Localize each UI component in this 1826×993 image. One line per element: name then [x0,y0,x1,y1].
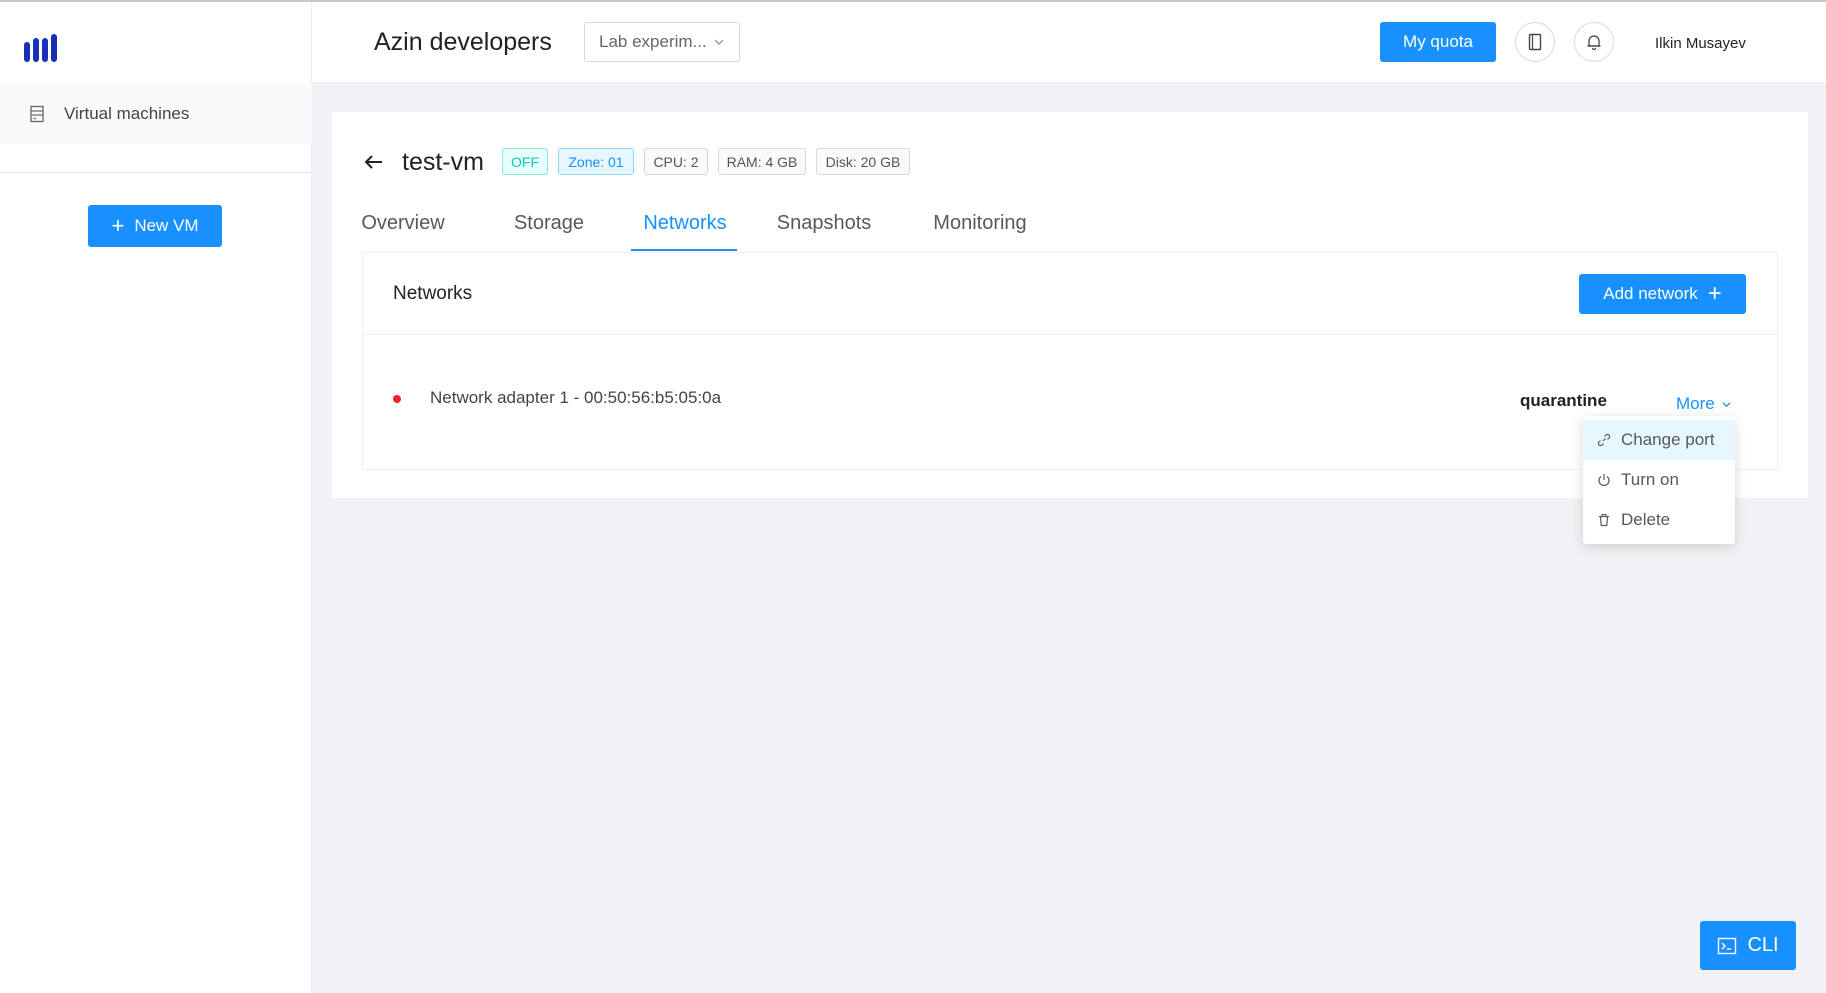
bell-icon [1587,35,1601,51]
server-icon [30,105,44,123]
my-quota-button[interactable]: My quota [1380,22,1496,62]
trash-icon [1599,513,1609,527]
project-select[interactable]: Lab experim... [584,22,740,62]
sidebar-item-label: Virtual machines [64,104,190,123]
cpu-tag: CPU: 2 [644,148,708,175]
network-status: quarantine [1520,391,1607,410]
sidebar-item-virtual-machines[interactable]: Virtual machines [0,84,312,144]
plus-icon: + [111,213,125,238]
brand-bars-icon[interactable] [24,32,60,62]
adapter-label: Network adapter 1 - 00:50:56:b5:05:0a [430,388,722,407]
sidebar-menu: Virtual machines [0,84,312,144]
add-network-label: Add network [1603,284,1698,303]
tab-overview[interactable]: Overview [360,212,446,252]
menu-item-label: Turn on [1621,470,1679,489]
user-menu[interactable]: Ilkin Musayev [1655,35,1746,52]
project-select-value: Lab experim... [599,32,707,51]
new-vm-label: New VM [134,216,199,235]
back-arrow-icon[interactable] [362,150,386,174]
tab-networks[interactable]: Networks [640,212,730,252]
vm-title: test-vm [402,148,484,176]
notifications-button[interactable] [1574,22,1614,62]
plus-icon: + [1707,280,1722,307]
add-network-button[interactable]: Add network + [1579,274,1746,314]
ram-tag: RAM: 4 GB [718,148,806,175]
tab-monitoring[interactable]: Monitoring [930,212,1030,252]
book-icon [1528,33,1542,51]
more-label: More [1676,394,1715,413]
list-item: Network adapter 1 - 00:50:56:b5:05:0a qu… [363,335,1777,469]
new-vm-button[interactable]: + New VM [88,205,222,247]
more-dropdown-trigger[interactable]: More [1676,394,1732,414]
more-dropdown-menu: Change port Turn on Delete [1583,416,1735,544]
cli-label: CLI [1747,934,1779,956]
menu-item-label: Delete [1621,510,1671,529]
chevron-down-icon [1722,401,1731,407]
status-badge: OFF [502,148,548,175]
org-title: Azin developers [374,28,552,56]
menu-item-turn-on[interactable]: Turn on [1583,460,1735,500]
tab-storage[interactable]: Storage [513,212,585,252]
status-dot [393,395,401,403]
networks-title: Networks [393,283,473,304]
tab-snapshots[interactable]: Snapshots [776,212,872,252]
power-icon [1598,474,1610,487]
docs-button[interactable] [1515,22,1555,62]
chevron-down-icon [714,39,724,45]
active-tab-indicator [631,249,737,251]
networks-panel: Networks Add network + Network adapter 1… [362,252,1778,470]
sidebar: Virtual machines + New VM [0,2,312,993]
top-header: Azin developers Lab experim... My quota … [312,2,1826,82]
sidebar-divider [0,172,312,173]
zone-tag: Zone: 01 [558,148,634,175]
cli-button[interactable]: CLI [1700,921,1796,970]
terminal-icon [1718,937,1737,954]
menu-item-change-port[interactable]: Change port [1583,420,1735,460]
menu-item-delete[interactable]: Delete [1583,500,1735,540]
menu-item-label: Change port [1621,430,1715,449]
disk-tag: Disk: 20 GB [816,148,910,175]
networks-panel-header: Networks Add network + [363,253,1777,335]
link-icon [1597,433,1611,447]
